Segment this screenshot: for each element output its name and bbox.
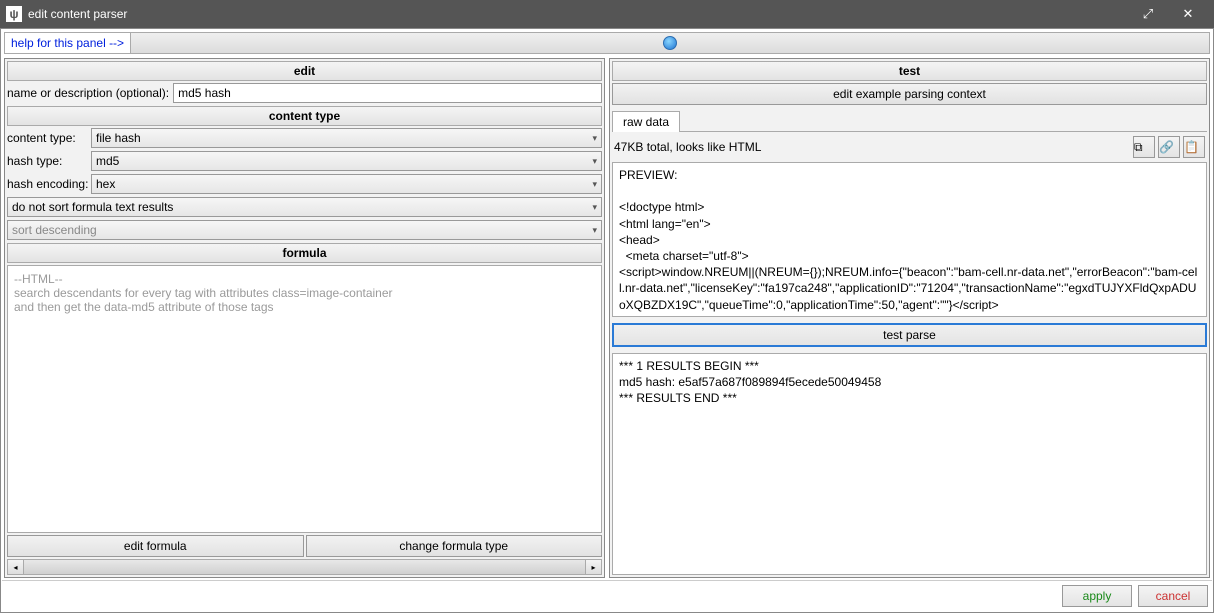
copy-icon: ⧉ <box>1134 140 1154 155</box>
name-label: name or description (optional): <box>7 86 169 100</box>
hash-type-select[interactable]: md5 ▾ <box>91 151 602 171</box>
horizontal-scrollbar[interactable]: ◂ ▸ <box>7 559 602 575</box>
edit-formula-button[interactable]: edit formula <box>7 535 304 557</box>
sort-option-select[interactable]: do not sort formula text results ▾ <box>7 197 602 217</box>
scroll-right-icon[interactable]: ▸ <box>585 560 601 574</box>
chevron-down-icon: ▾ <box>592 156 597 167</box>
preview-textarea[interactable]: PREVIEW: <!doctype html> <html lang="en"… <box>612 162 1207 317</box>
help-row: help for this panel --> <box>4 32 1210 54</box>
hash-type-label: hash type: <box>7 154 87 168</box>
chevron-down-icon: ▾ <box>592 179 597 190</box>
footer: apply cancel <box>2 580 1212 611</box>
hash-type-value: md5 <box>96 154 119 168</box>
name-input[interactable] <box>173 83 602 103</box>
edit-section-title: edit <box>7 61 602 81</box>
link-icon: 🔗 <box>1159 140 1179 154</box>
edit-panel: edit name or description (optional): con… <box>4 58 605 578</box>
chevron-down-icon: ▾ <box>592 202 597 213</box>
link-button[interactable]: 🔗 <box>1158 136 1180 158</box>
change-formula-type-button[interactable]: change formula type <box>306 535 603 557</box>
content-type-select[interactable]: file hash ▾ <box>91 128 602 148</box>
tab-row: raw data <box>612 110 1207 132</box>
data-info-line: 47KB total, looks like HTML <box>614 140 1130 154</box>
sort-direction-select: sort descending ▾ <box>7 220 602 240</box>
window-title: edit content parser <box>28 7 127 21</box>
title-bar: ψ edit content parser ⤢ ✕ <box>0 0 1214 28</box>
formula-section-title: formula <box>7 243 602 263</box>
maximize-button[interactable]: ⤢ <box>1128 0 1168 28</box>
hash-encoding-select[interactable]: hex ▾ <box>91 174 602 194</box>
chevron-down-icon: ▾ <box>592 225 597 236</box>
copy-button[interactable]: ⧉ <box>1133 136 1155 158</box>
test-panel: test edit example parsing context raw da… <box>609 58 1210 578</box>
help-link[interactable]: help for this panel --> <box>5 33 131 53</box>
apply-button[interactable]: apply <box>1062 585 1132 607</box>
scroll-left-icon[interactable]: ◂ <box>8 560 24 574</box>
scroll-thumb[interactable] <box>24 560 585 574</box>
hash-encoding-value: hex <box>96 177 115 191</box>
edit-example-context-button[interactable]: edit example parsing context <box>612 83 1207 105</box>
paste-icon: 📋 <box>1184 140 1204 154</box>
hash-encoding-label: hash encoding: <box>7 177 87 191</box>
tab-raw-data[interactable]: raw data <box>612 111 680 132</box>
help-icon <box>663 36 677 50</box>
paste-button[interactable]: 📋 <box>1183 136 1205 158</box>
app-icon: ψ <box>6 6 22 22</box>
test-parse-button[interactable]: test parse <box>612 323 1207 347</box>
scroll-track[interactable] <box>24 560 585 574</box>
cancel-button[interactable]: cancel <box>1138 585 1208 607</box>
chevron-down-icon: ▾ <box>592 133 597 144</box>
formula-display: --HTML-- search descendants for every ta… <box>7 265 602 533</box>
help-bar[interactable] <box>131 33 1209 53</box>
content-type-label: content type: <box>7 131 87 145</box>
results-textarea[interactable]: *** 1 RESULTS BEGIN *** md5 hash: e5af57… <box>612 353 1207 575</box>
content-type-value: file hash <box>96 131 141 145</box>
close-button[interactable]: ✕ <box>1168 0 1208 28</box>
test-section-title: test <box>612 61 1207 81</box>
sort-option-value: do not sort formula text results <box>12 200 173 214</box>
content-type-section-title: content type <box>7 106 602 126</box>
sort-direction-value: sort descending <box>12 223 97 237</box>
